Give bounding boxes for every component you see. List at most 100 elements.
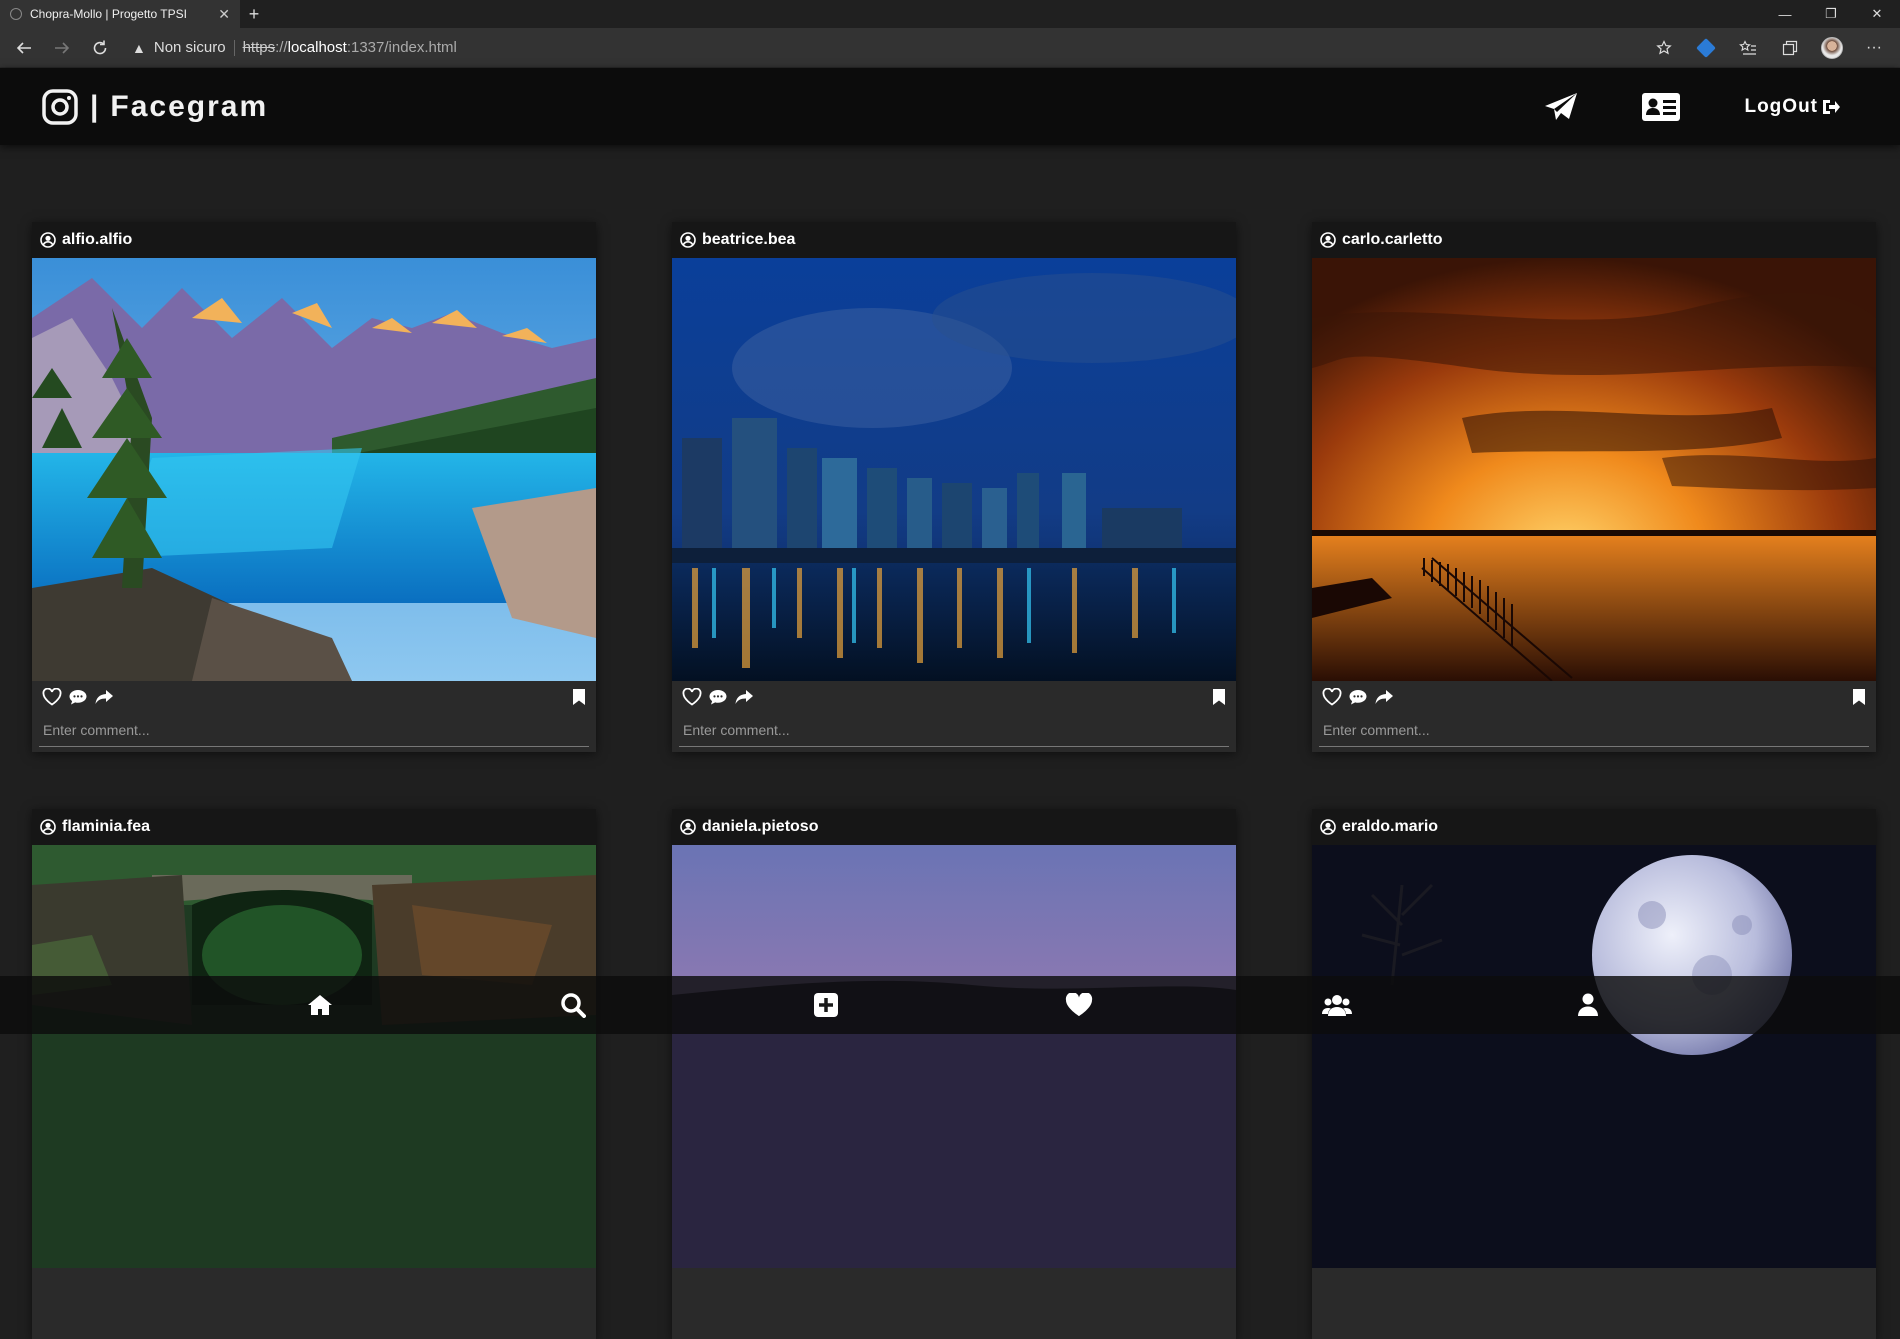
user-circle-icon: [1320, 232, 1336, 248]
post-username[interactable]: alfio.alfio: [62, 231, 132, 249]
url-host: localhost: [287, 39, 347, 56]
post-image-sunset-sea[interactable]: [1312, 258, 1876, 681]
post-header: alfio.alfio: [32, 222, 596, 258]
post-card: flaminia.fea: [32, 809, 596, 1339]
share-icon[interactable]: [94, 688, 114, 706]
post-username[interactable]: eraldo.mario: [1342, 818, 1438, 836]
security-label: Non sicuro: [153, 39, 226, 56]
nav-search-button[interactable]: [553, 988, 593, 1022]
like-heart-icon[interactable]: [42, 688, 62, 706]
post-image-dusk-city[interactable]: [672, 845, 1236, 1268]
logout-icon: [1823, 99, 1840, 114]
share-icon[interactable]: [1374, 688, 1394, 706]
profile-card-button[interactable]: [1642, 92, 1681, 121]
post-username[interactable]: daniela.pietoso: [702, 818, 818, 836]
share-icon[interactable]: [734, 688, 754, 706]
logout-button[interactable]: LogOut: [1744, 96, 1840, 118]
nav-friends-button[interactable]: [1317, 988, 1357, 1022]
comment-input[interactable]: [39, 721, 589, 738]
brand[interactable]: | Facegram: [42, 88, 268, 125]
direct-message-button[interactable]: [1544, 92, 1578, 122]
full-moon-image: [1312, 845, 1876, 1268]
post-card: daniela.pietoso: [672, 809, 1236, 1339]
window-controls: — ❐ ✕: [1762, 0, 1900, 28]
bookmark-icon[interactable]: [572, 688, 586, 706]
nav-add-post-button[interactable]: [806, 988, 846, 1022]
users-icon: [1322, 995, 1352, 1016]
forward-button[interactable]: [46, 32, 78, 64]
forest-bridge-image: [32, 845, 596, 1268]
sunset-sea-image: [1312, 258, 1876, 681]
profile-avatar: [1821, 36, 1843, 59]
search-icon: [561, 993, 586, 1018]
nav-activity-button[interactable]: [1059, 988, 1099, 1022]
comment-icon[interactable]: [1348, 688, 1368, 706]
brand-separator: |: [90, 89, 99, 123]
collections-button[interactable]: [1772, 32, 1808, 64]
post-card: carlo.carletto: [1312, 222, 1876, 752]
comment-icon[interactable]: [68, 688, 88, 706]
post-actions: [32, 681, 596, 713]
bookmark-icon[interactable]: [1212, 688, 1226, 706]
home-icon: [308, 995, 332, 1015]
favorites-button[interactable]: [1730, 32, 1766, 64]
like-heart-icon[interactable]: [1322, 688, 1342, 706]
profile-button[interactable]: [1814, 32, 1850, 64]
add-post-icon: [814, 993, 838, 1017]
extension-button[interactable]: [1688, 32, 1724, 64]
post-header: daniela.pietoso: [672, 809, 1236, 845]
user-circle-icon: [680, 819, 696, 835]
more-menu-button[interactable]: ···: [1856, 32, 1892, 64]
comment-input[interactable]: [679, 721, 1229, 738]
post-username[interactable]: beatrice.bea: [702, 231, 795, 249]
user-circle-icon: [1320, 819, 1336, 835]
nav-home-button[interactable]: [300, 988, 340, 1022]
url-separator: ://: [275, 39, 288, 56]
tab-title: Chopra-Mollo | Progetto TPSI: [30, 7, 187, 21]
close-window-icon[interactable]: ✕: [1854, 0, 1900, 28]
post-actions: [1312, 681, 1876, 713]
post-image-full-moon[interactable]: [1312, 845, 1876, 1268]
post-image-forest-bridge[interactable]: [32, 845, 596, 1268]
like-heart-icon[interactable]: [682, 688, 702, 706]
post-card: beatrice.bea: [672, 222, 1236, 752]
url-text: https://localhost:1337/index.html: [243, 39, 457, 56]
address-divider: [233, 39, 235, 56]
close-tab-icon[interactable]: ✕: [218, 6, 230, 23]
reload-button[interactable]: [84, 32, 116, 64]
url-scheme: https: [242, 39, 276, 56]
favorites-icon: [1739, 39, 1756, 55]
favicon-icon: [10, 8, 22, 20]
post-actions: [672, 681, 1236, 713]
comment-input[interactable]: [1319, 721, 1869, 738]
dusk-city-image: [672, 845, 1236, 1268]
post-image-mountain-lake[interactable]: [32, 258, 596, 681]
favorite-star-button[interactable]: [1646, 32, 1682, 64]
warning-icon: ▲: [132, 39, 146, 56]
new-tab-button[interactable]: +: [240, 0, 268, 28]
nav-profile-button[interactable]: [1568, 988, 1608, 1022]
address-bar[interactable]: ▲ Non sicuro https://localhost:1337/inde…: [122, 33, 1640, 63]
post-username[interactable]: flaminia.fea: [62, 818, 150, 836]
logout-label: LogOut: [1744, 95, 1818, 117]
post-username[interactable]: carlo.carletto: [1342, 231, 1442, 249]
post-header: flaminia.fea: [32, 809, 596, 845]
restore-icon[interactable]: ❐: [1808, 0, 1854, 28]
city-night-image: [672, 258, 1236, 681]
comment-icon[interactable]: [708, 688, 728, 706]
post-image-city-night[interactable]: [672, 258, 1236, 681]
more-icon: ···: [1866, 38, 1882, 56]
post-header: carlo.carletto: [1312, 222, 1876, 258]
browser-tab[interactable]: Chopra-Mollo | Progetto TPSI ✕: [0, 0, 240, 28]
user-circle-icon: [40, 819, 56, 835]
app-header: | Facegram LogOut: [0, 68, 1900, 145]
user-circle-icon: [40, 232, 56, 248]
bottom-nav: [0, 976, 1900, 1034]
back-button[interactable]: [8, 32, 40, 64]
browser-tabbar: Chopra-Mollo | Progetto TPSI ✕ + — ❐ ✕: [0, 0, 1900, 28]
mountain-lake-image: [32, 258, 596, 681]
bookmark-icon[interactable]: [1852, 688, 1866, 706]
minimize-icon[interactable]: —: [1762, 0, 1808, 28]
back-arrow-icon: [16, 41, 31, 54]
user-circle-icon: [680, 232, 696, 248]
